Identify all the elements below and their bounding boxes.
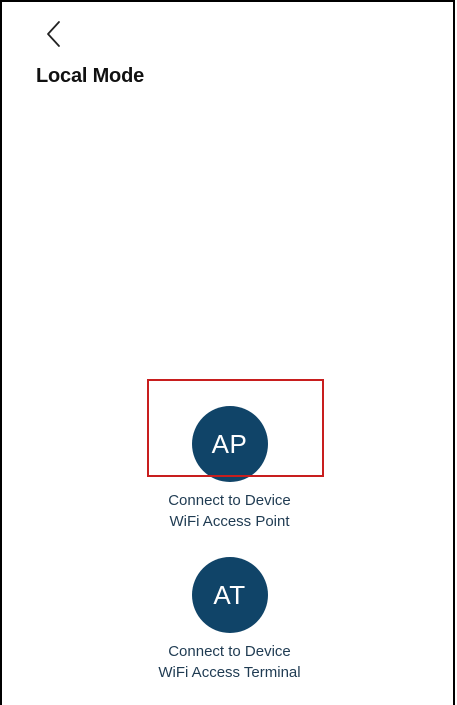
at-label-line2: WiFi Access Terminal: [158, 664, 301, 681]
connect-at-option[interactable]: AT Connect to Device WiFi Access Termina…: [2, 557, 457, 683]
back-button[interactable]: [40, 18, 68, 50]
at-label-line1: Connect to Device: [168, 643, 291, 660]
at-badge-button[interactable]: AT: [191, 557, 268, 633]
app-screen: Local Mode AP Connect to Device WiFi Acc…: [0, 0, 455, 705]
ap-option-label[interactable]: Connect to Device WiFi Access Point: [2, 490, 457, 532]
ap-label-line2: WiFi Access Point: [169, 513, 290, 530]
page-title: Local Mode: [36, 65, 145, 87]
at-option-label[interactable]: Connect to Device WiFi Access Terminal: [2, 641, 457, 683]
chevron-left-icon: [47, 21, 60, 47]
connect-ap-option[interactable]: AP Connect to Device WiFi Access Point: [2, 406, 457, 532]
ap-badge-button[interactable]: AP: [191, 406, 268, 482]
ap-label-line1: Connect to Device: [168, 492, 291, 509]
